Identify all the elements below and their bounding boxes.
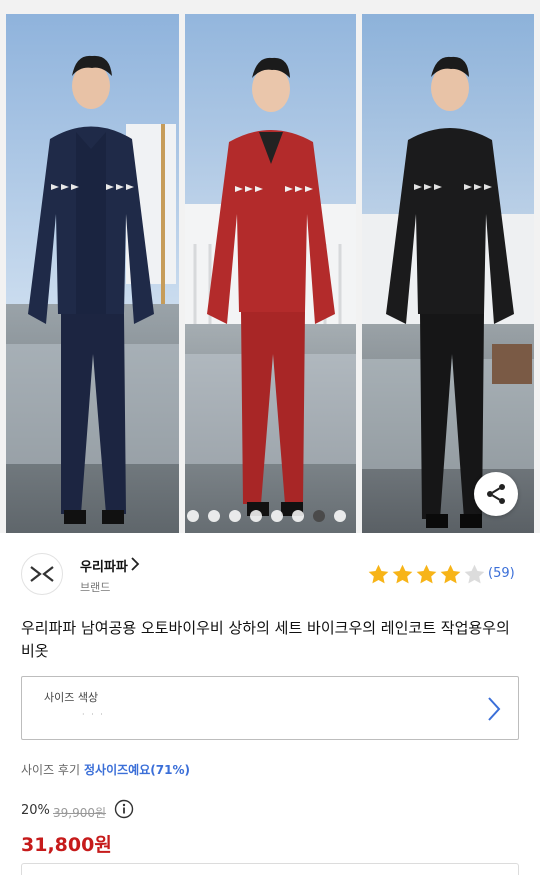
brand-logo-icon xyxy=(30,566,54,582)
original-price: 39,900원 xyxy=(53,806,107,820)
option-label: 사이즈 색상 xyxy=(44,691,99,704)
product-title: 우리파파 남여공용 오토바이우비 상하의 세트 바이크우의 레인코트 작업용우의… xyxy=(21,619,510,660)
star-icon xyxy=(464,564,485,584)
review-count-link[interactable]: (59) xyxy=(488,566,515,581)
product-photo-red xyxy=(185,14,356,533)
product-photo-navy xyxy=(6,14,179,533)
option-selector[interactable]: 사이즈 색상 · · · xyxy=(21,676,519,740)
brand-name-link[interactable]: 우리파파 xyxy=(80,556,128,575)
size-feedback-link[interactable]: 정사이즈예요(71%) xyxy=(84,763,190,777)
product-image-gallery[interactable] xyxy=(0,0,540,533)
brand-sub-label: 브랜드 xyxy=(80,581,111,594)
gallery-dot[interactable] xyxy=(250,510,262,522)
final-price: 31,800원 xyxy=(21,834,112,856)
rating-stars[interactable] xyxy=(367,563,486,586)
gallery-dot[interactable] xyxy=(229,510,241,522)
star-icon xyxy=(368,564,389,584)
gallery-dot-active[interactable] xyxy=(313,510,325,522)
size-feedback: 사이즈 후기 정사이즈예요(71%) xyxy=(21,761,190,778)
gallery-dot[interactable] xyxy=(271,510,283,522)
option-value: · · · xyxy=(82,710,105,719)
gallery-dot[interactable] xyxy=(187,510,199,522)
brand-logo[interactable] xyxy=(21,553,63,595)
share-button[interactable] xyxy=(474,472,518,516)
star-icon xyxy=(416,564,437,584)
product-photo-black xyxy=(362,14,534,533)
chevron-right-icon xyxy=(488,697,501,721)
info-icon[interactable] xyxy=(114,799,134,819)
next-section-box[interactable] xyxy=(21,863,519,875)
star-icon xyxy=(392,564,413,584)
chevron-right-icon[interactable] xyxy=(130,557,140,571)
gallery-dot[interactable] xyxy=(292,510,304,522)
share-icon xyxy=(487,484,505,504)
size-feedback-label: 사이즈 후기 xyxy=(21,763,81,777)
gallery-pagination xyxy=(187,510,346,522)
gallery-dot[interactable] xyxy=(208,510,220,522)
gallery-dot[interactable] xyxy=(334,510,346,522)
discount-rate: 20% xyxy=(21,803,50,818)
star-icon xyxy=(440,564,461,584)
